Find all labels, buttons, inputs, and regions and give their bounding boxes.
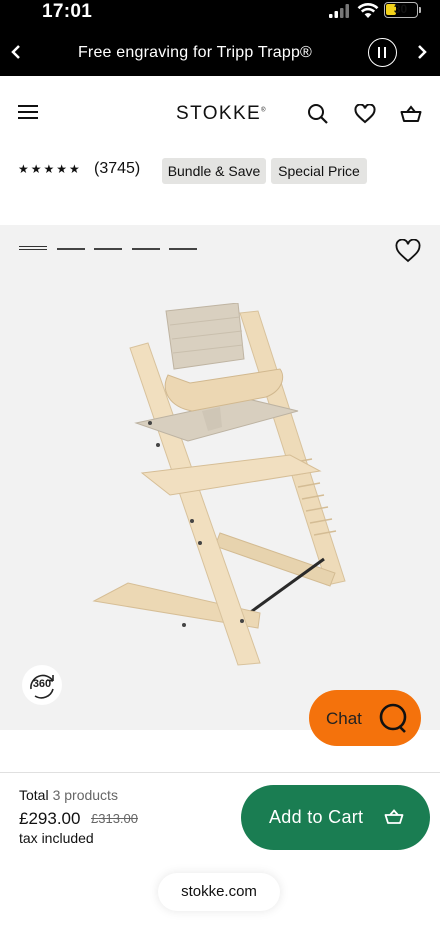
battery-icon: 30: [384, 2, 418, 18]
promo-next-button[interactable]: [416, 41, 436, 63]
promo-prev-button[interactable]: [10, 41, 30, 63]
badge-special-price: Special Price: [271, 158, 367, 184]
add-to-cart-label: Add to Cart: [269, 807, 364, 827]
site-header: STOKKE®: [0, 76, 440, 152]
status-bar: 17:01 30: [0, 0, 440, 30]
wishlist-heart-icon[interactable]: [354, 104, 376, 124]
browser-url-bar[interactable]: stokke.com: [158, 873, 280, 911]
pause-icon-bar: [378, 47, 380, 58]
tax-note: tax included: [19, 830, 94, 846]
gallery-indicator-active[interactable]: [19, 246, 47, 250]
chevron-right-icon: [418, 45, 427, 59]
products-count: 3 products: [52, 787, 118, 803]
rating-stars-icon: ★★★★★: [18, 162, 82, 176]
basket-icon[interactable]: [400, 104, 422, 124]
view-360-label: 360: [32, 678, 52, 690]
promo-pause-button[interactable]: [368, 38, 397, 67]
chat-button[interactable]: Chat: [309, 690, 421, 746]
high-chair-product-image: [92, 303, 346, 666]
gallery-indicator[interactable]: [94, 248, 122, 250]
current-price: £293.00: [19, 809, 81, 828]
chat-bubble-icon: [379, 703, 407, 733]
original-price: £313.00: [91, 811, 138, 826]
view-360-button[interactable]: 360: [22, 665, 62, 705]
product-image-gallery[interactable]: 360 Chat: [0, 225, 440, 746]
status-time: 17:01: [42, 1, 93, 22]
cart-summary-bar: Total 3 products £293.00 £313.00 tax incl…: [0, 772, 440, 927]
basket-icon: [384, 809, 404, 824]
add-to-wishlist-heart-icon[interactable]: [395, 239, 421, 263]
badge-bundle-save: Bundle & Save: [162, 158, 266, 184]
pause-icon-bar: [384, 47, 386, 58]
promo-text[interactable]: Free engraving for Tripp Trapp®: [60, 44, 330, 62]
menu-icon-line: [18, 111, 38, 113]
menu-icon-line: [18, 105, 38, 107]
add-to-cart-button[interactable]: Add to Cart: [241, 785, 430, 850]
gallery-indicator[interactable]: [57, 248, 85, 250]
menu-icon-line: [18, 117, 38, 119]
gallery-indicator[interactable]: [132, 248, 160, 250]
total-label: Total: [19, 787, 49, 803]
review-count[interactable]: (3745): [94, 160, 140, 178]
stokke-logo[interactable]: STOKKE®: [176, 103, 267, 125]
total-label-row: Total 3 products: [19, 787, 118, 803]
menu-button[interactable]: [18, 104, 38, 120]
chevron-left-icon: [11, 45, 20, 59]
gallery-indicator[interactable]: [169, 248, 197, 250]
search-icon[interactable]: [307, 103, 329, 125]
chat-label: Chat: [326, 709, 362, 728]
battery-cap: [419, 7, 421, 13]
wifi-icon: [357, 3, 379, 18]
product-page: 17:01 30 Free engraving for Tripp Trapp®: [0, 0, 440, 927]
promo-banner: Free engraving for Tripp Trapp®: [0, 30, 440, 76]
cellular-signal-icon: [329, 4, 349, 18]
logo-text: STOKKE: [176, 103, 262, 124]
battery-level: 30: [393, 2, 408, 16]
